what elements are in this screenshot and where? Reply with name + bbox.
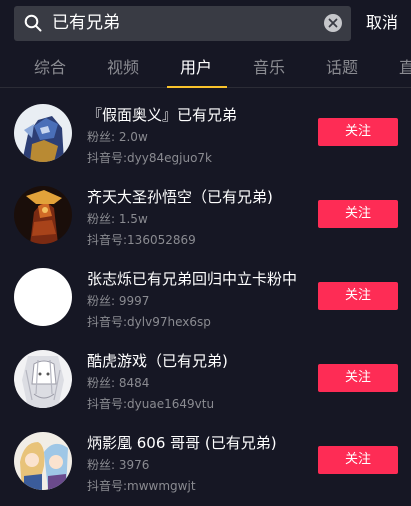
cancel-button[interactable]: 取消 <box>366 13 398 33</box>
tab-music[interactable]: 音乐 <box>253 58 285 78</box>
fan-count: 粉丝: 8484 <box>87 376 150 390</box>
user-row[interactable]: 『假面奥义』已有兄弟 粉丝: 2.0w 抖音号:dyy84egjuo7k 关注 <box>0 94 411 176</box>
avatar[interactable] <box>14 186 72 244</box>
fan-count: 粉丝: 3976 <box>87 458 150 472</box>
user-name[interactable]: 『假面奥义』已有兄弟 <box>87 105 237 125</box>
douyin-id: 抖音号:dyy84egjuo7k <box>87 151 212 165</box>
active-tab-indicator <box>167 86 227 88</box>
tab-live[interactable]: 直 <box>399 58 411 78</box>
search-icon <box>24 14 42 32</box>
user-name[interactable]: 张志烁已有兄弟回归中立卡粉中 <box>87 269 297 289</box>
tab-users[interactable]: 用户 <box>180 58 212 78</box>
follow-button[interactable]: 关注 <box>318 282 398 310</box>
avatar[interactable] <box>14 350 72 408</box>
follow-button[interactable]: 关注 <box>318 364 398 392</box>
user-name[interactable]: 酷虎游戏（已有兄弟) <box>87 351 228 371</box>
user-row[interactable]: 酷虎游戏（已有兄弟) 粉丝: 8484 抖音号:dyuae1649vtu 关注 <box>0 340 411 422</box>
fan-count: 粉丝: 1.5w <box>87 212 148 226</box>
search-input[interactable]: 已有兄弟 <box>52 13 120 34</box>
clear-icon[interactable] <box>324 14 342 32</box>
douyin-id: 抖音号:136052869 <box>87 233 196 247</box>
search-bar[interactable]: 已有兄弟 <box>14 6 351 41</box>
user-row[interactable]: 齐天大圣孙悟空（已有兄弟) 粉丝: 1.5w 抖音号:136052869 关注 <box>0 176 411 258</box>
tab-videos[interactable]: 视频 <box>107 58 139 78</box>
user-row[interactable]: 炳影凰 606 哥哥 (已有兄弟) 粉丝: 3976 抖音号:mwwmgwjt … <box>0 422 411 504</box>
douyin-id: 抖音号:mwwmgwjt <box>87 479 196 493</box>
avatar[interactable] <box>14 104 72 162</box>
douyin-id: 抖音号:dylv97hex6sp <box>87 315 211 329</box>
follow-button[interactable]: 关注 <box>318 118 398 146</box>
follow-button[interactable]: 关注 <box>318 446 398 474</box>
douyin-id: 抖音号:dyuae1649vtu <box>87 397 215 411</box>
avatar[interactable] <box>14 268 72 326</box>
user-name[interactable]: 炳影凰 606 哥哥 (已有兄弟) <box>87 433 277 453</box>
tab-bar: 综合 视频 用户 音乐 话题 直 <box>0 50 411 88</box>
fan-count: 粉丝: 9997 <box>87 294 150 308</box>
fan-count: 粉丝: 2.0w <box>87 130 148 144</box>
tab-comprehensive[interactable]: 综合 <box>34 58 66 78</box>
user-name[interactable]: 齐天大圣孙悟空（已有兄弟) <box>87 187 273 207</box>
tab-topics[interactable]: 话题 <box>326 58 358 78</box>
follow-button[interactable]: 关注 <box>318 200 398 228</box>
user-row[interactable]: 张志烁已有兄弟回归中立卡粉中 粉丝: 9997 抖音号:dylv97hex6sp… <box>0 258 411 340</box>
avatar[interactable] <box>14 432 72 490</box>
